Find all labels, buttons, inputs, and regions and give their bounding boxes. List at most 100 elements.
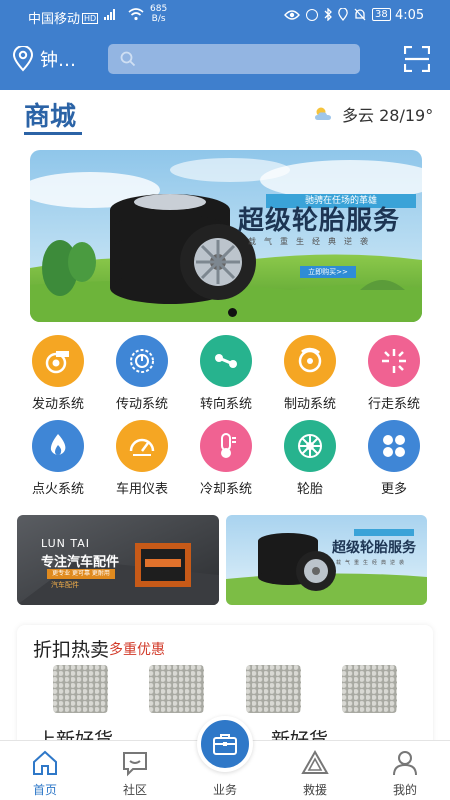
nav-label: 社区 [122,783,147,797]
more-icon [368,420,420,472]
category-label: 制动系统 [283,397,336,412]
category-more[interactable]: 更多 [352,420,436,497]
location-selector[interactable]: 钟… [12,46,76,72]
location-label: 钟… [40,50,76,71]
new-goods-title-right: 新好货 [271,729,329,740]
alarm-icon [306,8,318,21]
discount-subtitle: 多重优惠 [109,642,165,658]
user-icon [393,751,417,776]
discount-title: 折扣热卖 [33,639,110,661]
nav-label: 救援 [302,783,327,797]
product-thumb[interactable] [342,665,397,713]
search-input[interactable] [142,44,352,74]
promo-title: 专注汽车配件 [41,555,120,570]
net-speed-unit: B/s [151,14,166,24]
category-engine[interactable]: 发动系统 [16,335,100,412]
banner-buy-button[interactable]: 立即购买>> [300,266,356,278]
signal-icon [104,9,115,20]
promo-tire-tag [354,529,414,536]
banner-title: 超级轮胎服务 [238,206,401,236]
promo-banner-tire[interactable]: 超级轮胎服务 载气重生经典逆袭 [226,515,427,605]
product-thumb[interactable] [246,665,301,713]
business-fab[interactable] [197,716,253,772]
mall-title[interactable]: 商城 [24,96,76,133]
category-grid: 发动系统 传动系统 转向系统 制动系统 行走系统 点火系统 车用仪表 冷却系统 … [16,335,436,497]
hd-badge: HD [82,13,99,24]
promo-tag: 更专业 更可靠 更耐用 [47,569,115,579]
product-thumb[interactable] [149,665,204,713]
flame-icon [32,420,84,472]
warning-triangle-icon [301,749,329,774]
net-speed-value: 685 [150,4,168,14]
category-cooling[interactable]: 冷却系统 [184,420,268,497]
category-tire[interactable]: 轮胎 [268,420,352,497]
status-icons: 38 [284,8,391,21]
main-content: 驰骋在任场的革雄 超级轮胎服务 载气重生经典逆袭 立即购买>> 发动系统 传动系… [0,140,450,740]
category-gauge[interactable]: 车用仪表 [100,420,184,497]
category-label: 车用仪表 [115,482,168,497]
category-label: 冷却系统 [199,482,252,497]
status-bar: 中国移动 HD 685 B/s 38 4:05 [0,0,450,32]
search-icon [120,51,136,67]
product-thumb[interactable] [53,665,108,713]
home-icon [33,750,57,775]
chassis-icon [368,335,420,387]
carousel-dot-active[interactable] [228,308,237,317]
scan-icon[interactable] [404,46,430,72]
bluetooth-icon [324,8,332,21]
category-label: 转向系统 [199,397,252,412]
nav-label: 首页 [32,783,57,797]
category-label: 发动系统 [31,397,84,412]
nav-label: 业务 [212,783,237,797]
carrier-name: 中国移动 [28,12,81,27]
gauge-icon [116,420,168,472]
thermometer-icon [200,420,252,472]
promo-banner-parts[interactable]: LUN TAI 专注汽车配件 更专业 更可靠 更耐用 汽车配件 [17,515,219,605]
clock: 4:05 [395,8,425,23]
eye-icon [284,9,300,20]
briefcase-icon [213,734,237,755]
nav-profile[interactable]: 我的 [360,741,450,800]
nav-home[interactable]: 首页 [0,741,90,800]
location-status-icon [338,8,348,21]
mall-header: 商城 多云 28/19° [0,90,450,140]
nav-label: 我的 [392,783,417,797]
promo-tire-subtitle: 载气重生经典逆袭 [336,560,409,566]
category-transmission[interactable]: 传动系统 [100,335,184,412]
carrier-label: 中国移动 HD [28,8,99,27]
wifi-icon [128,8,144,21]
cloudy-icon [315,107,331,120]
weather-widget: 多云 28/19° [312,102,433,126]
category-label: 行走系统 [367,397,420,412]
weather-text: 多云 28/19° [342,106,434,125]
promo-tire-title: 超级轮胎服务 [332,540,416,556]
banner-subtitle: 载气重生经典逆袭 [248,237,376,246]
search-box[interactable] [108,44,360,74]
category-label: 传动系统 [115,397,168,412]
location-pin-icon [12,46,34,72]
promo-caption: 汽车配件 [51,581,79,589]
nav-rescue[interactable]: 救援 [270,741,360,800]
engine-icon [32,335,84,387]
category-label: 轮胎 [296,482,323,497]
category-brake[interactable]: 制动系统 [268,335,352,412]
steering-icon [200,335,252,387]
battery-icon: 38 [372,8,391,21]
category-chassis[interactable]: 行走系统 [352,335,436,412]
gear-icon [116,335,168,387]
category-ignition[interactable]: 点火系统 [16,420,100,497]
mall-title-underline [24,132,82,135]
category-steering[interactable]: 转向系统 [184,335,268,412]
promo-brand: LUN TAI [41,537,90,550]
category-label: 更多 [380,482,407,497]
mute-bell-icon [354,8,366,21]
brake-icon [284,335,336,387]
net-speed: 685 B/s [150,4,167,24]
wheel-icon [284,420,336,472]
nav-community[interactable]: 社区 [90,741,180,800]
category-label: 点火系统 [31,482,84,497]
new-goods-title: 上新好货 [37,729,114,740]
carousel-indicator [228,308,237,317]
banner-carousel[interactable]: 驰骋在任场的革雄 超级轮胎服务 载气重生经典逆袭 立即购买>> [30,150,422,322]
chat-icon [123,752,147,777]
